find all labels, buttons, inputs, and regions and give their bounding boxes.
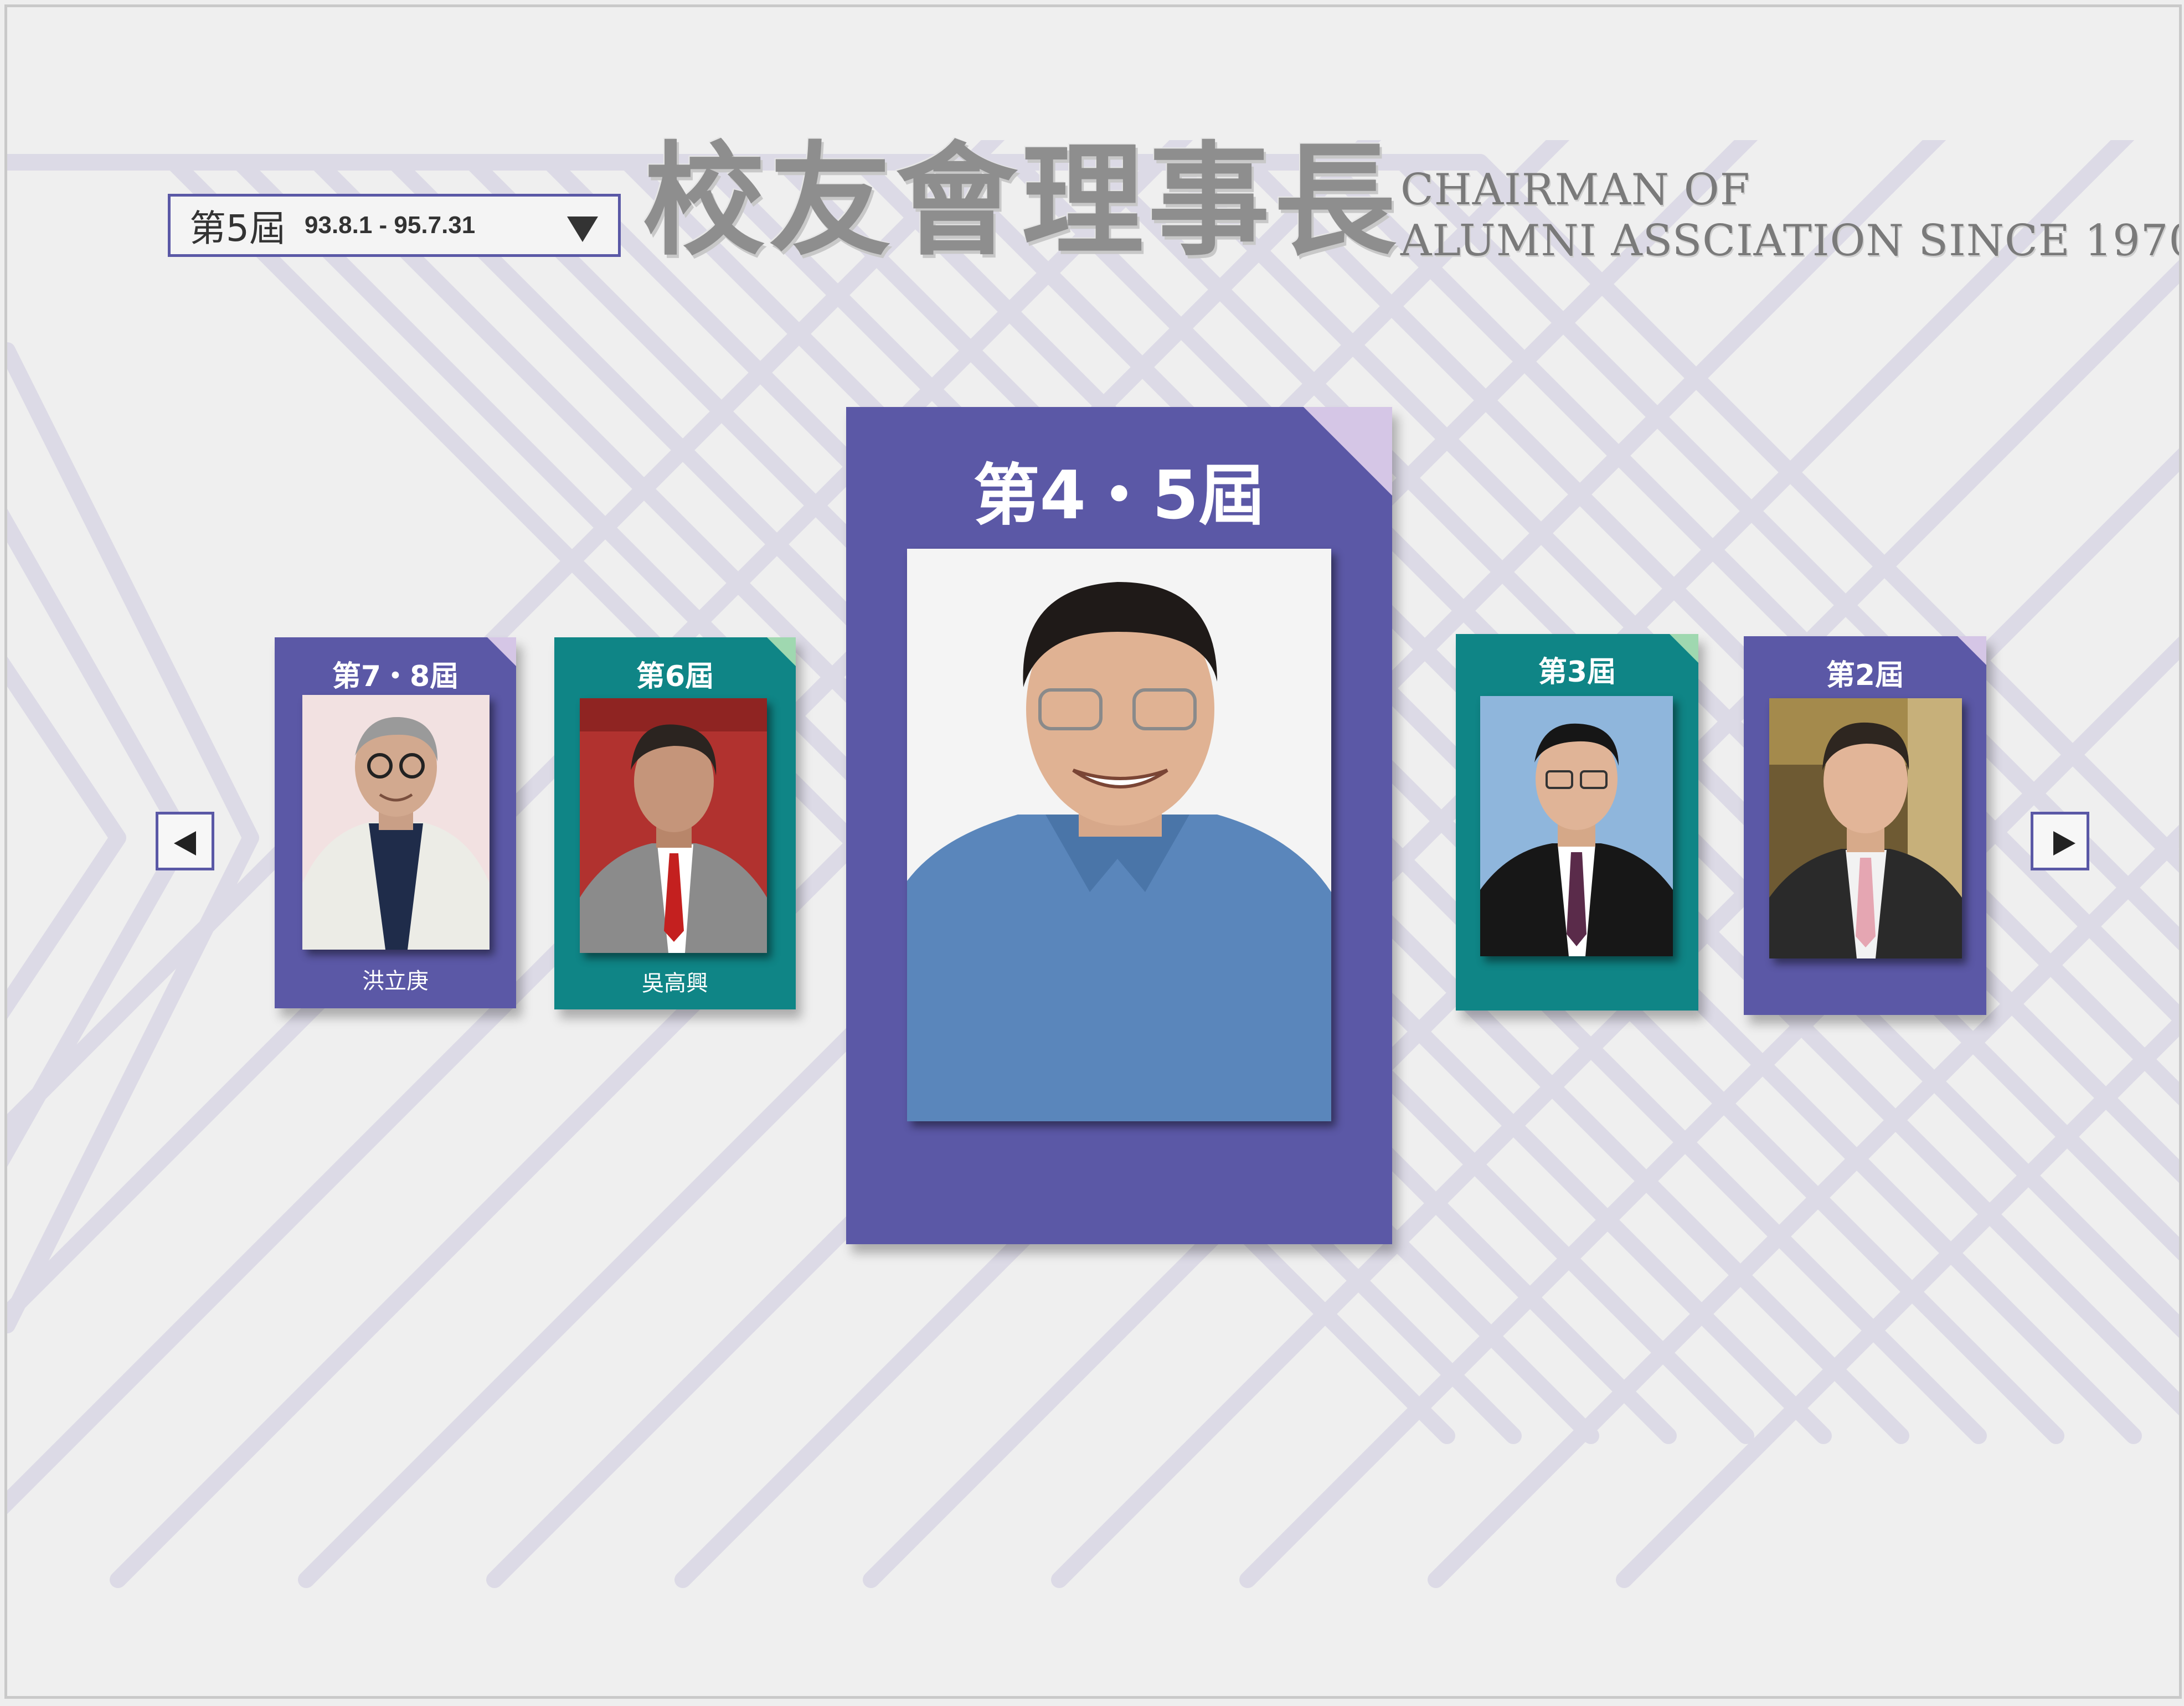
dropdown-date-range: 93.8.1 - 95.7.31	[305, 212, 476, 239]
portrait-photo	[302, 695, 490, 950]
prev-button[interactable]	[156, 812, 214, 870]
chairman-card-7-8[interactable]: 第7・8屆 洪立庚	[275, 637, 516, 1008]
triangle-left-icon	[174, 831, 196, 855]
card-term-label: 第3屆	[1538, 656, 1616, 689]
portrait-photo	[1480, 696, 1673, 956]
chairman-name: 洪立庚	[362, 968, 429, 994]
card-term-label: 第2屆	[1826, 659, 1904, 692]
triangle-right-icon	[2053, 831, 2075, 855]
page-frame: 第5屆 93.8.1 - 95.7.31 校友會理事長 CHAIRMAN OF …	[4, 4, 2182, 1699]
term-dropdown[interactable]: 第5屆 93.8.1 - 95.7.31	[168, 194, 621, 257]
card-term-label: 第4・5屆	[973, 457, 1265, 534]
card-term-label: 第6屆	[636, 660, 714, 693]
chairman-card-4-5-active[interactable]: 第4・5屆	[846, 407, 1392, 1244]
chairman-card-2[interactable]: 第2屆	[1744, 636, 1986, 1015]
dropdown-term-label: 第5屆	[189, 207, 286, 250]
page-subtitle: CHAIRMAN OF ALUMNI ASSCIATION SINCE 1970	[1400, 164, 2182, 266]
chairman-card-6[interactable]: 第6屆 吳高興	[554, 637, 796, 1009]
next-button[interactable]	[2031, 812, 2089, 870]
page-title: 校友會理事長	[643, 130, 1401, 272]
portrait-photo	[907, 549, 1331, 1121]
subtitle-line-1: CHAIRMAN OF	[1400, 165, 1750, 215]
portrait-photo	[1769, 698, 1962, 958]
portrait-photo	[580, 698, 767, 953]
triangle-down-icon[interactable]	[567, 217, 598, 242]
chairman-card-3[interactable]: 第3屆	[1456, 634, 1698, 1011]
chairman-name: 吳高興	[642, 971, 708, 996]
card-term-label: 第7・8屆	[332, 660, 459, 693]
subtitle-line-2: ALUMNI ASSCIATION SINCE 1970	[1400, 216, 2182, 266]
